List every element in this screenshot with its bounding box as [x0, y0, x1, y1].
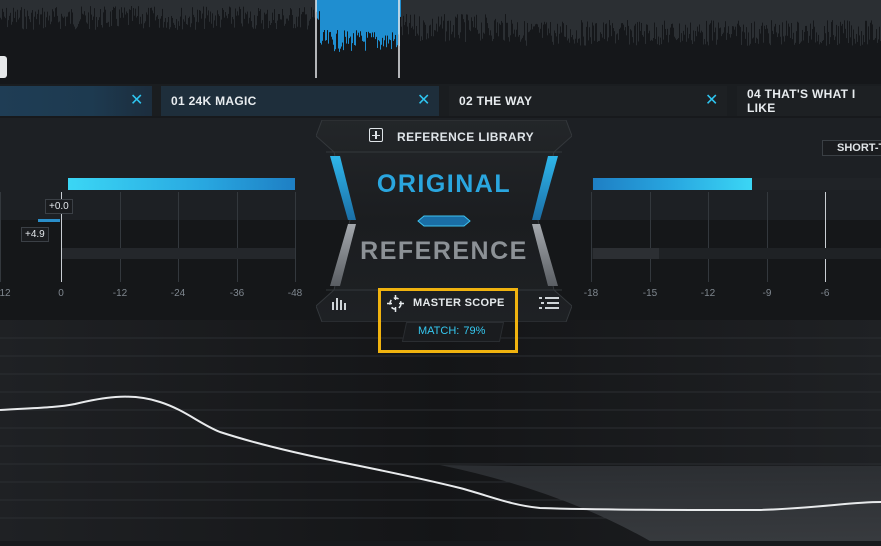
left-meter-track [62, 248, 295, 259]
frequency-analyzer [0, 320, 881, 541]
grid-line [767, 192, 768, 282]
bar-chart-icon[interactable] [331, 296, 347, 310]
scale-label: -15 [642, 288, 658, 299]
left-meter-bar [68, 178, 295, 190]
track-waveform[interactable] [0, 0, 881, 84]
scale-label: -24 [170, 288, 186, 299]
scale-label: 0 [58, 288, 64, 299]
right-meter-fill [593, 248, 659, 259]
reference-mode-button[interactable]: REFERENCE [336, 237, 552, 266]
scale-label: -48 [287, 288, 303, 299]
grid-line [295, 192, 296, 282]
list-settings-icon[interactable] [539, 296, 559, 310]
left-value-bottom: +4.9 [21, 227, 49, 242]
scale-label: -9 [762, 288, 772, 299]
grid-line [708, 192, 709, 282]
scale-label: -12 [700, 288, 716, 299]
scale-label: -36 [229, 288, 245, 299]
left-value-top: +0.0 [45, 199, 73, 214]
tab-close-button[interactable]: ✕ [130, 86, 150, 116]
scale-label: -12 [112, 288, 128, 299]
left-meter-marker [38, 219, 60, 222]
highlight-annotation [378, 288, 518, 353]
grid-line [0, 192, 1, 282]
playhead-button[interactable] [0, 56, 7, 78]
reference-library-label: REFERENCE LIBRARY [397, 130, 535, 144]
grid-line [650, 192, 651, 282]
scale-label: -18 [583, 288, 599, 299]
plus-square-icon [369, 128, 383, 142]
waveform-graphic[interactable] [0, 0, 881, 84]
grid-line [825, 192, 826, 282]
frequency-curve-graphic [0, 320, 881, 541]
grid-line [120, 192, 121, 282]
tab-label: 01 24K MAGIC [171, 94, 257, 108]
original-mode-button[interactable]: ORIGINAL [336, 170, 552, 199]
tab-label: 02 THE WAY [459, 94, 533, 108]
grid-line [178, 192, 179, 282]
tab-close-button[interactable]: ✕ [705, 86, 725, 116]
tab-label: 04 THAT'S WHAT I LIKE [747, 87, 856, 115]
tab-close-button[interactable]: ✕ [417, 86, 437, 116]
scale-label: 12 [0, 288, 11, 299]
grid-line [591, 192, 592, 282]
right-meter-bar [593, 178, 752, 190]
scale-label: -6 [820, 288, 830, 299]
short-term-button[interactable]: SHORT-T [822, 140, 881, 156]
grid-line [237, 192, 238, 282]
